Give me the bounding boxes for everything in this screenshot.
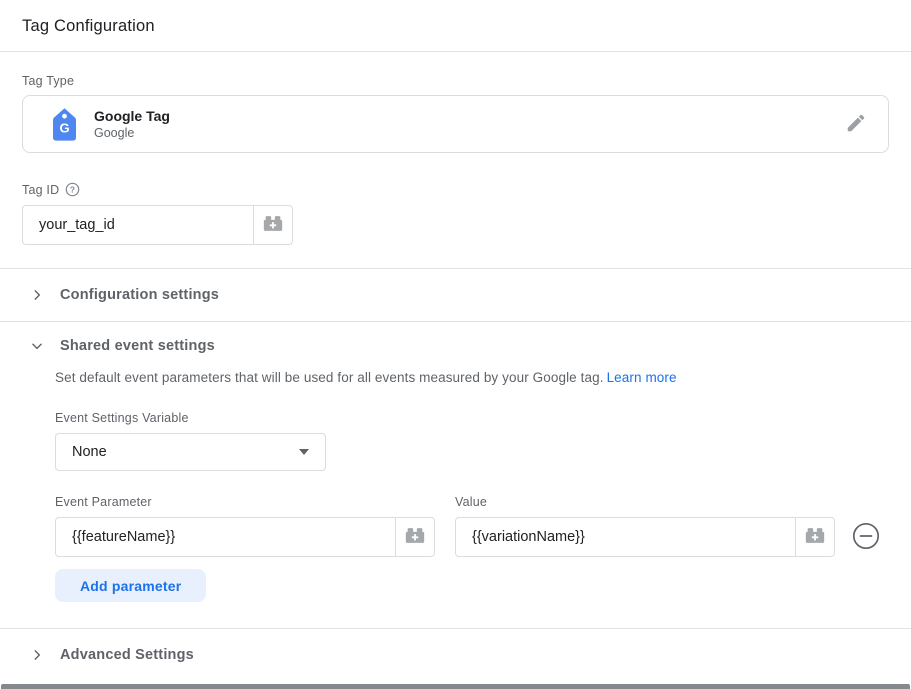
pencil-icon: [845, 112, 867, 137]
event-parameter-input[interactable]: [55, 517, 395, 557]
tag-id-field-group: [22, 205, 889, 245]
tag-id-label-row: Tag ID ?: [22, 182, 889, 197]
panel-header: Tag Configuration: [0, 0, 911, 52]
section-label: Advanced Settings: [60, 647, 194, 663]
tag-type-vendor: Google: [94, 126, 170, 140]
chevron-down-icon: [30, 339, 44, 353]
edit-tag-type-button[interactable]: [836, 104, 876, 144]
bottom-edge: [1, 684, 910, 689]
section-shared-event-settings[interactable]: Shared event settings: [0, 322, 911, 370]
parameter-row: Event Parameter: [55, 495, 889, 557]
section-advanced-settings[interactable]: Advanced Settings: [0, 629, 911, 681]
event-parameter-field-group: [55, 517, 435, 557]
section-configuration-settings[interactable]: Configuration settings: [0, 269, 911, 321]
brick-plus-icon: [804, 526, 826, 548]
value-input[interactable]: [455, 517, 795, 557]
tag-type-card[interactable]: G Google Tag Google: [22, 95, 889, 153]
svg-text:?: ?: [70, 185, 75, 195]
value-column: Value: [455, 495, 835, 557]
remove-circle-icon: [852, 522, 880, 553]
google-tag-icon: G: [51, 107, 78, 142]
event-settings-variable-label: Event Settings Variable: [55, 411, 889, 425]
value-insert-variable-button[interactable]: [795, 517, 835, 557]
chevron-right-icon: [30, 288, 44, 302]
event-parameter-column: Event Parameter: [55, 495, 435, 557]
chevron-right-icon: [30, 648, 44, 662]
tag-type-name: Google Tag: [94, 108, 170, 124]
shared-event-description: Set default event parameters that will b…: [55, 370, 889, 385]
selected-value: None: [72, 444, 107, 460]
tag-id-label: Tag ID: [22, 183, 59, 197]
brick-plus-icon: [404, 526, 426, 548]
help-icon[interactable]: ?: [65, 182, 80, 197]
event-settings-variable-select[interactable]: None: [55, 433, 326, 471]
add-parameter-button[interactable]: Add parameter: [55, 569, 206, 602]
page-title: Tag Configuration: [22, 17, 889, 36]
shared-event-settings-body: Set default event parameters that will b…: [0, 370, 911, 628]
dropdown-arrow-icon: [299, 449, 309, 455]
section-label: Configuration settings: [60, 287, 219, 303]
description-text: Set default event parameters that will b…: [55, 370, 604, 385]
tag-type-label: Tag Type: [22, 74, 889, 88]
learn-more-link[interactable]: Learn more: [607, 370, 677, 385]
panel-content: Tag Type G Google Tag Google: [0, 52, 911, 268]
tag-configuration-panel: Tag Configuration Tag Type G Google Tag …: [0, 0, 911, 689]
parameter-insert-variable-button[interactable]: [395, 517, 435, 557]
tag-id-input[interactable]: [22, 205, 253, 245]
remove-parameter-button[interactable]: [851, 522, 881, 552]
event-parameter-label: Event Parameter: [55, 495, 435, 509]
value-label: Value: [455, 495, 835, 509]
section-label: Shared event settings: [60, 338, 215, 354]
tag-id-insert-variable-button[interactable]: [253, 205, 293, 245]
tag-type-card-text: Google Tag Google: [94, 108, 170, 140]
value-field-group: [455, 517, 835, 557]
brick-plus-icon: [262, 214, 284, 236]
google-tag-icon-letter: G: [59, 120, 69, 135]
